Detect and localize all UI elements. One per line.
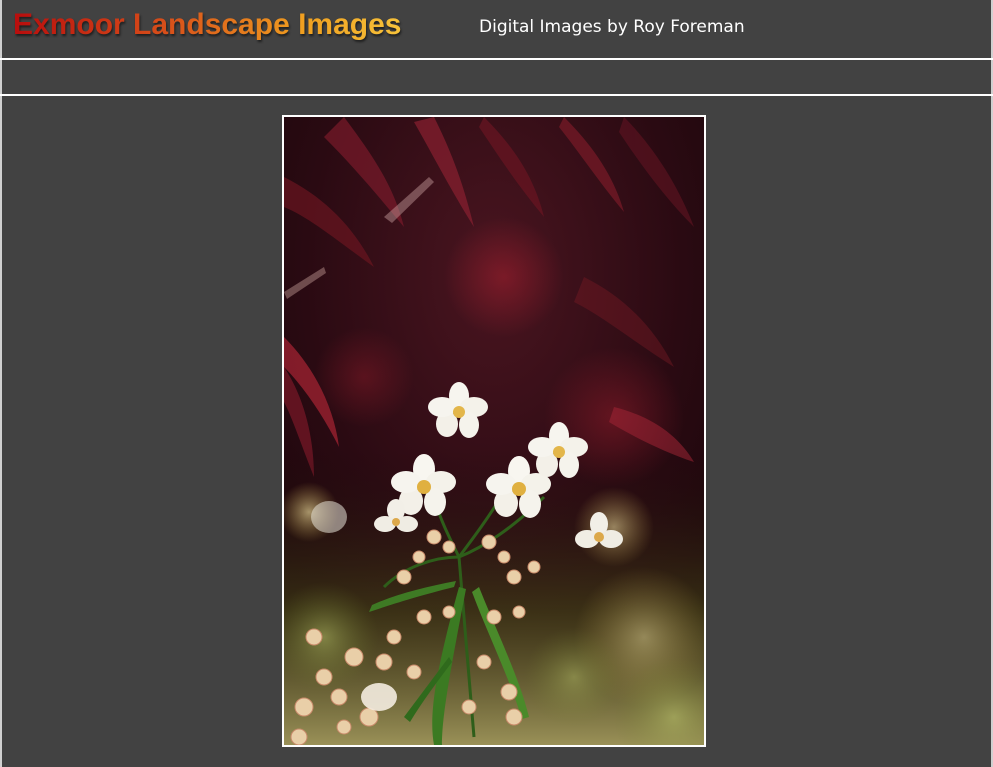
nav-bar [2,60,991,94]
site-header: Exmoor Landscape Images Digital Images b… [0,0,993,58]
site-title[interactable]: Exmoor Landscape Images [13,8,401,42]
nav-divider [0,94,993,96]
page-border-left [0,0,2,767]
photo-white-blossom [284,117,704,745]
page: Exmoor Landscape Images Digital Images b… [0,0,993,767]
site-subtitle: Digital Images by Roy Foreman [479,17,745,37]
main-photo[interactable] [282,115,706,747]
